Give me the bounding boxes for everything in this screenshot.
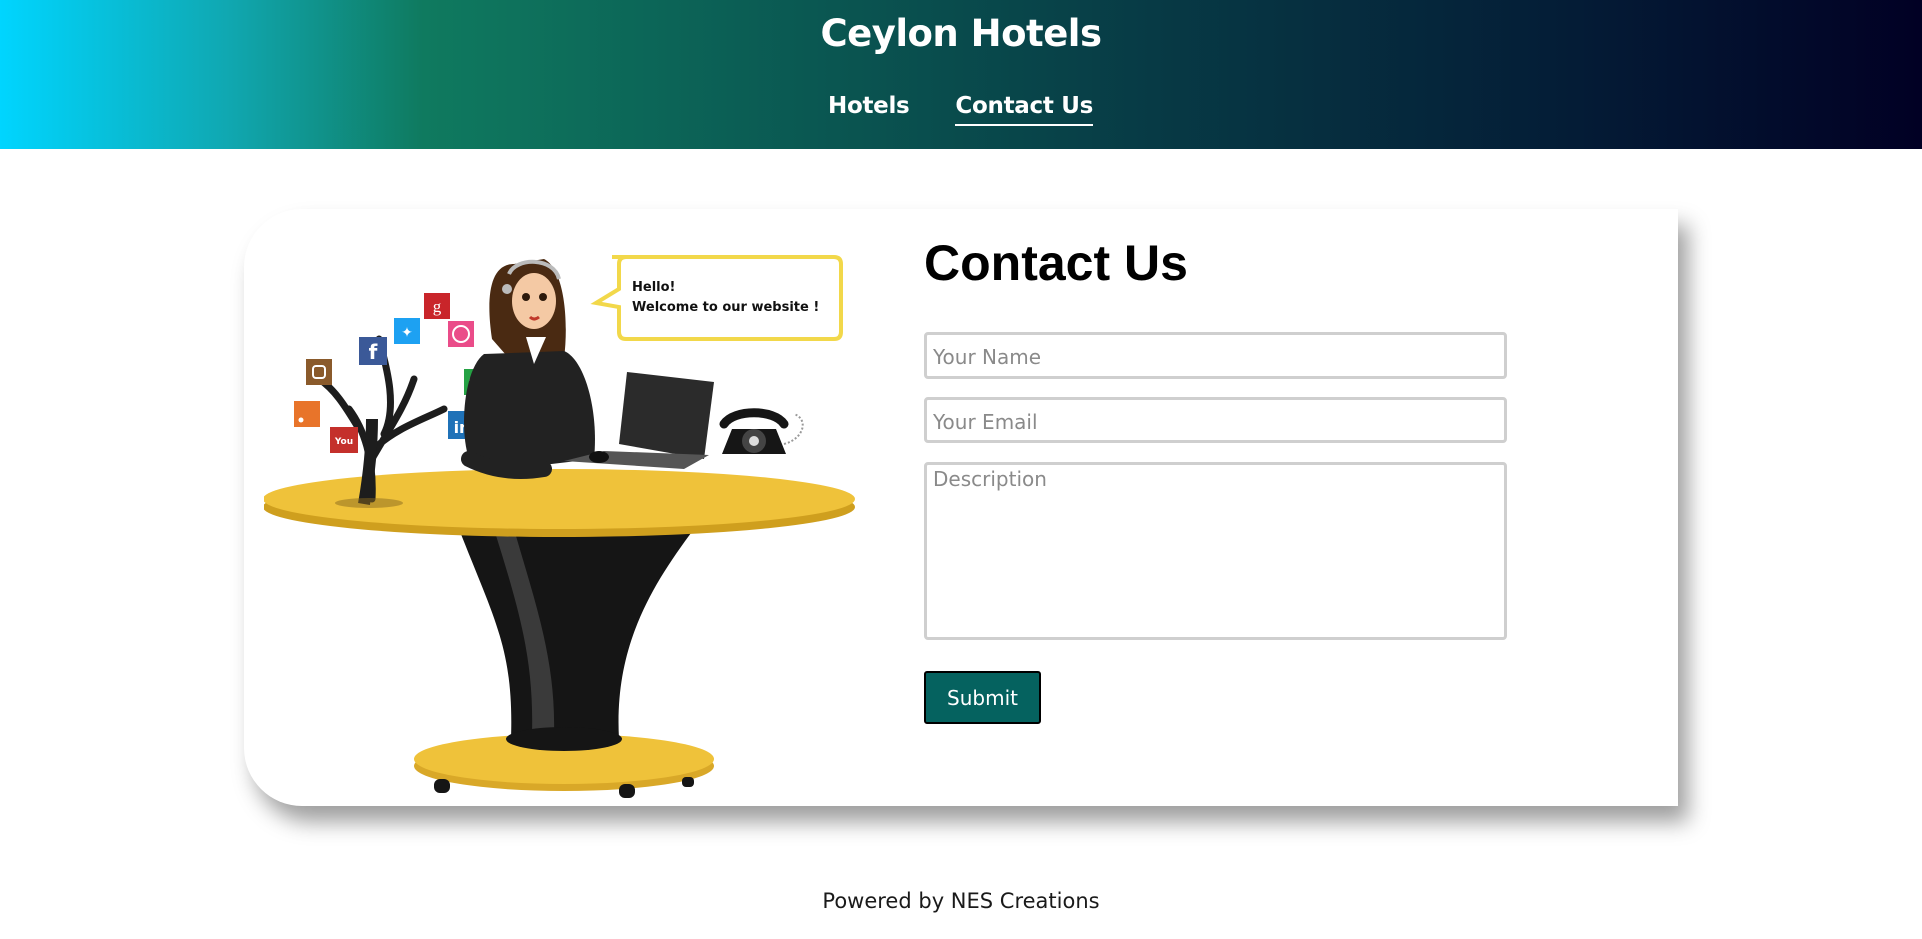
- submit-button[interactable]: Submit: [924, 671, 1041, 724]
- svg-text:✦: ✦: [401, 325, 413, 341]
- svg-text:g: g: [433, 297, 442, 316]
- name-input[interactable]: Your Name: [924, 332, 1507, 379]
- nav-link-contact-us[interactable]: Contact Us: [955, 93, 1093, 126]
- form-title: Contact Us: [924, 235, 1188, 291]
- main-nav: Hotels Contact Us: [828, 93, 1093, 126]
- contact-card: g ✦ f You in Hello! Welcome to our websi…: [244, 209, 1678, 806]
- description-textarea[interactable]: Description: [924, 462, 1507, 640]
- svg-text:f: f: [369, 340, 378, 364]
- speech-line-1: Hello!: [632, 280, 675, 295]
- site-title: Ceylon Hotels: [820, 12, 1102, 55]
- nav-link-hotels[interactable]: Hotels: [828, 93, 910, 126]
- email-input[interactable]: Your Email: [924, 397, 1507, 443]
- speech-line-2: Welcome to our website !: [632, 300, 819, 315]
- footer-credit: Powered by NES Creations: [822, 889, 1100, 913]
- receptionist-illustration: g ✦ f You in Hello! Welcome to our websi…: [264, 255, 855, 798]
- svg-text:You: You: [334, 437, 353, 447]
- site-header: Ceylon Hotels Hotels Contact Us: [0, 0, 1922, 149]
